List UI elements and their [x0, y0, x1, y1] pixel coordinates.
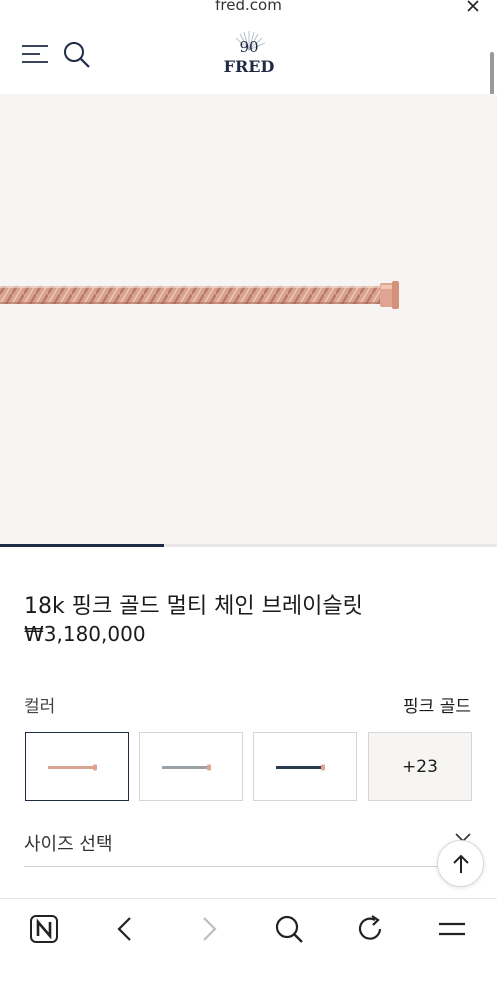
size-select-divider	[24, 866, 472, 867]
logo-mark: 90	[239, 38, 258, 56]
more-colors-label: +23	[402, 756, 438, 777]
url-text[interactable]: fred.com	[0, 0, 497, 14]
arrow-up-icon	[453, 854, 469, 873]
fred-logo[interactable]: 90 FRED	[218, 30, 280, 80]
color-label: 컬러	[24, 697, 56, 717]
gallery-progress	[0, 544, 497, 547]
reload-icon[interactable]	[355, 913, 387, 945]
product-price: ₩3,180,000	[24, 622, 146, 646]
gallery-progress-fill	[0, 544, 164, 547]
forward-icon[interactable]	[192, 913, 224, 945]
search-icon[interactable]	[273, 913, 305, 945]
color-swatch-silver-grey[interactable]	[139, 732, 243, 801]
size-select-label[interactable]: 사이즈 선택	[24, 830, 113, 856]
naver-home-icon[interactable]	[28, 913, 60, 945]
color-swatch-navy[interactable]	[253, 732, 357, 801]
close-icon[interactable]	[465, 0, 481, 14]
swatch-bracelet-icon	[162, 764, 211, 771]
product-title: 18k 핑크 골드 멀티 체인 브레이슬릿	[24, 594, 363, 619]
site-header: 90 FRED	[0, 18, 497, 94]
browser-toolbar	[0, 898, 497, 1000]
product-image[interactable]	[0, 94, 497, 544]
menu-icon[interactable]	[436, 913, 468, 945]
more-colors-button[interactable]: +23	[368, 732, 472, 801]
back-icon[interactable]	[110, 913, 142, 945]
logo-text: FRED	[224, 57, 275, 76]
color-swatch-pink-gold[interactable]	[25, 732, 129, 801]
swatch-bracelet-icon	[48, 764, 97, 771]
selected-color: 핑크 골드	[403, 697, 471, 717]
browser-url-bar[interactable]: fred.com	[0, 0, 497, 18]
search-icon[interactable]	[62, 40, 92, 70]
swatch-bracelet-icon	[276, 764, 325, 771]
bracelet-image	[0, 281, 399, 309]
menu-icon[interactable]	[22, 44, 48, 64]
scroll-to-top-button[interactable]	[437, 840, 484, 887]
